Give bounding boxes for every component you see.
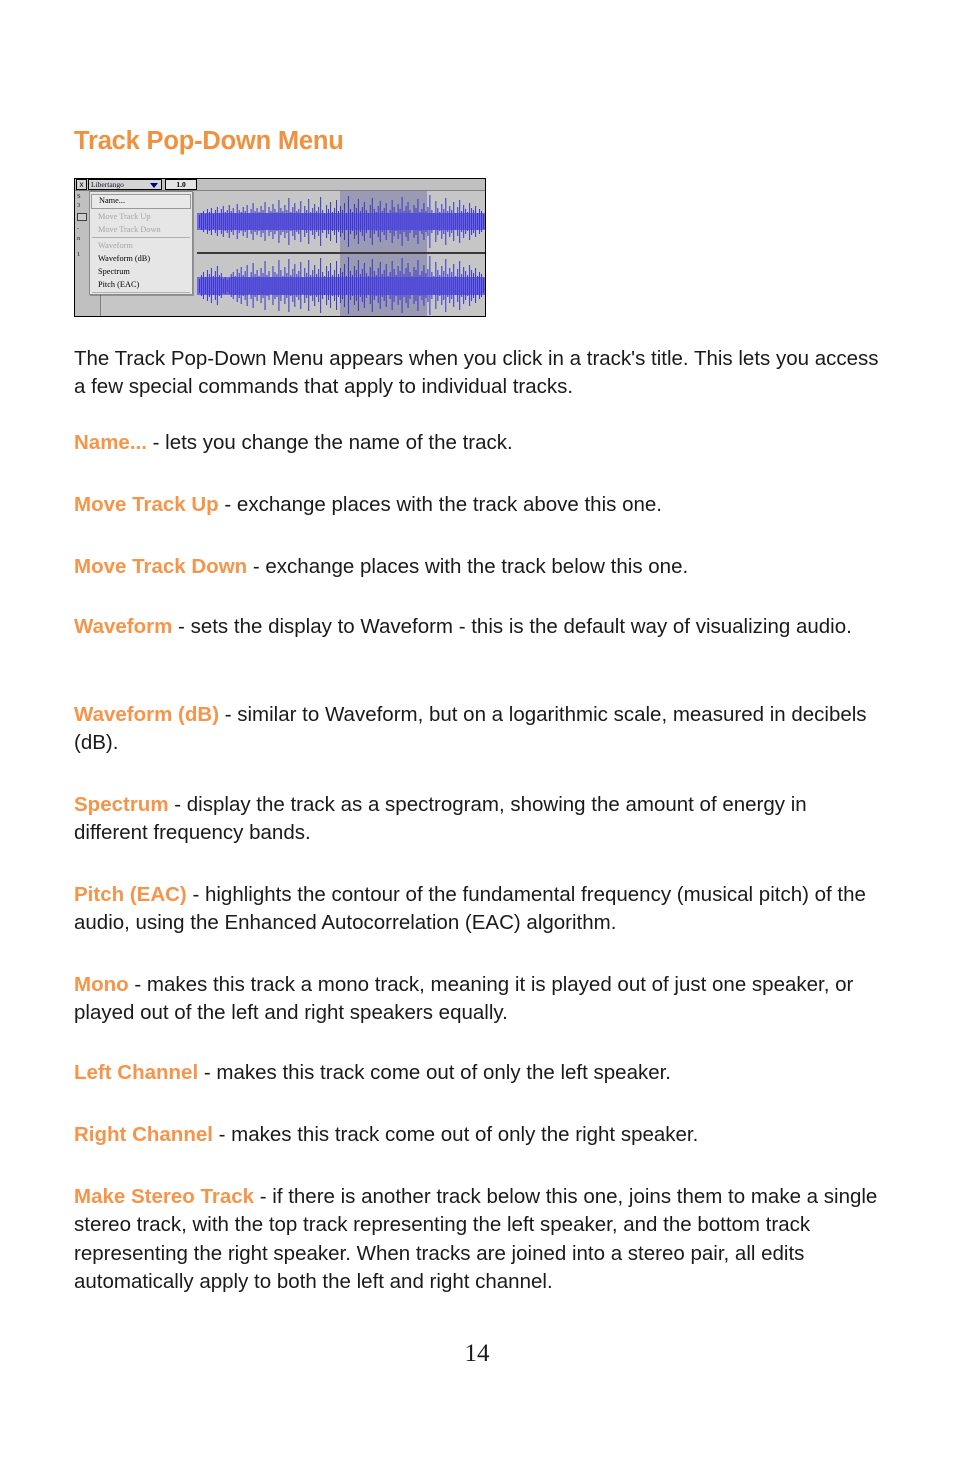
menu-item-waveform-db[interactable]: Waveform (dB)	[90, 252, 192, 265]
entry-left-channel: Left Channel - makes this track come out…	[74, 1059, 884, 1088]
menu-separator	[92, 292, 190, 293]
entry-desc: - makes this track a mono track, meaning…	[74, 972, 854, 1025]
menu-item-spectrum[interactable]: Spectrum	[90, 265, 192, 278]
menu-item-pitch-eac[interactable]: Pitch (EAC)	[90, 278, 192, 291]
entry-term: Move Track Down	[74, 554, 248, 578]
track-name-dropdown[interactable]: Libertango	[88, 179, 162, 190]
entry-desc: - exchange places with the track below t…	[247, 554, 689, 578]
panel-label-3: 3	[77, 202, 81, 209]
menu-item-name[interactable]: Name...	[91, 194, 191, 209]
entry-desc: - makes this track come out of only the …	[198, 1060, 672, 1084]
entry-term: Spectrum	[74, 792, 169, 816]
entry-term: Waveform	[74, 614, 173, 638]
track-title-bar: x Libertango 1.0	[75, 179, 485, 191]
waveform-area[interactable]	[197, 191, 485, 316]
panel-label-n: n	[77, 235, 81, 242]
menu-separator	[92, 237, 190, 238]
entry-desc: - lets you change the name of the track.	[146, 430, 513, 454]
entry-term: Mono	[74, 972, 129, 996]
close-icon[interactable]: x	[76, 179, 87, 190]
entry-desc: - display the track as a spectrogram, sh…	[74, 792, 807, 845]
entry-desc: - sets the display to Waveform - this is…	[172, 614, 852, 638]
entry-term: Name...	[74, 430, 147, 454]
entry-name: Name... - lets you change the name of th…	[74, 429, 884, 458]
menu-item-waveform: Waveform	[90, 239, 192, 252]
entry-pitch-eac: Pitch (EAC) - highlights the contour of …	[74, 881, 884, 938]
page-title: Track Pop-Down Menu	[74, 127, 344, 156]
entry-desc: - highlights the contour of the fundamen…	[74, 882, 866, 935]
page-number: 14	[464, 1340, 490, 1367]
entry-term: Right Channel	[74, 1122, 213, 1146]
intro-paragraph: The Track Pop-Down Menu appears when you…	[74, 346, 879, 399]
track-popdown-menu[interactable]: Name... Move Track Up Move Track Down Wa…	[89, 191, 193, 295]
entry-make-stereo-track: Make Stereo Track - if there is another …	[74, 1183, 890, 1297]
entry-desc: - exchange places with the track above t…	[218, 492, 662, 516]
entry-desc: - makes this track come out of only the …	[212, 1122, 699, 1146]
version-tab[interactable]: 1.0	[165, 179, 197, 190]
entry-right-channel: Right Channel - makes this track come ou…	[74, 1121, 884, 1150]
waveform-upper-svg	[197, 195, 485, 248]
entry-term: Waveform (dB)	[74, 702, 220, 726]
document-page: Track Pop-Down Menu x Libertango 1.0 S 3…	[0, 0, 954, 1475]
panel-label-dash: -	[77, 225, 80, 232]
mute-button[interactable]	[77, 213, 87, 221]
entry-spectrum: Spectrum - display the track as a spectr…	[74, 791, 884, 848]
menu-item-move-track-up: Move Track Up	[90, 210, 192, 223]
entry-waveform: Waveform - sets the display to Waveform …	[74, 613, 884, 642]
entry-term: Left Channel	[74, 1060, 199, 1084]
entry-waveform-db: Waveform (dB) - similar to Waveform, but…	[74, 701, 884, 758]
waveform-track-upper[interactable]	[197, 191, 485, 254]
entry-term: Move Track Up	[74, 492, 219, 516]
entry-term: Make Stereo Track	[74, 1184, 255, 1208]
panel-label-1: 1	[77, 251, 81, 258]
track-name-label: Libertango	[91, 180, 124, 189]
panel-label-s: S	[77, 193, 81, 200]
waveform-track-lower[interactable]	[197, 254, 485, 316]
audacity-track-screenshot: x Libertango 1.0 S 3 - n 1 Name... Move …	[74, 178, 486, 317]
waveform-lower-svg	[197, 256, 485, 315]
entry-mono: Mono - makes this track a mono track, me…	[74, 971, 884, 1028]
menu-item-move-track-down: Move Track Down	[90, 223, 192, 236]
chevron-down-icon	[150, 183, 158, 188]
entry-move-track-up: Move Track Up - exchange places with the…	[74, 491, 884, 520]
entry-term: Pitch (EAC)	[74, 882, 187, 906]
entry-move-track-down: Move Track Down - exchange places with t…	[74, 553, 884, 582]
